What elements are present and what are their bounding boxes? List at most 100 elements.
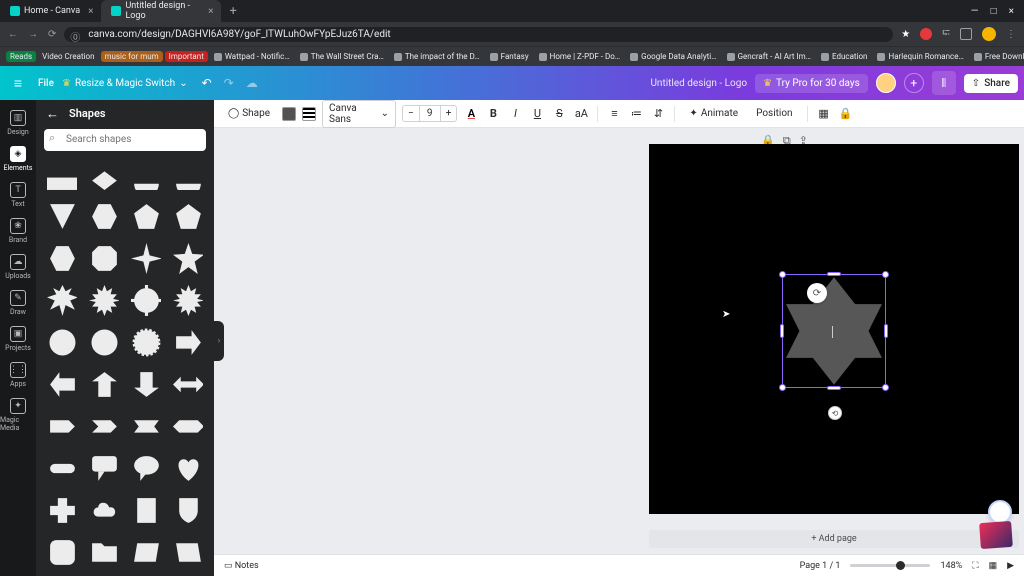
- rail-projects[interactable]: ▣Projects: [0, 322, 36, 356]
- resize-handle-nw[interactable]: [779, 271, 786, 278]
- shape-triangle-down[interactable]: [44, 199, 80, 235]
- download-icon[interactable]: ⮓: [942, 26, 950, 43]
- shape-burst[interactable]: [86, 283, 122, 319]
- promo-card[interactable]: [979, 521, 1013, 549]
- shape-seal[interactable]: [86, 325, 122, 361]
- shape-hexagon[interactable]: [86, 199, 122, 235]
- shape-heart[interactable]: [170, 451, 206, 487]
- shape-arrow-down[interactable]: [128, 367, 164, 403]
- resize-handle-sw[interactable]: [779, 384, 786, 391]
- selection-box[interactable]: [782, 274, 886, 388]
- try-pro-button[interactable]: ♛Try Pro for 30 days: [755, 74, 868, 93]
- bookmark-item[interactable]: Google Data Analyti…: [626, 51, 720, 62]
- transparency-icon[interactable]: ▦: [816, 107, 832, 120]
- rail-magic-media[interactable]: ✦Magic Media: [0, 394, 36, 436]
- font-select[interactable]: Canva Sans⌄: [322, 100, 396, 128]
- shape-wavy[interactable]: [128, 325, 164, 361]
- shapes-search-input[interactable]: [44, 129, 206, 151]
- shape-arrow-right[interactable]: [170, 325, 206, 361]
- shape-octagon[interactable]: [86, 241, 122, 277]
- rail-brand[interactable]: ❀Brand: [0, 214, 36, 248]
- resize-handle-n[interactable]: [827, 272, 841, 276]
- cloud-sync-icon[interactable]: ☁: [246, 76, 258, 90]
- add-page-button[interactable]: + Add page: [649, 530, 1019, 548]
- resize-handle-e[interactable]: [884, 324, 888, 338]
- bookmark-item[interactable]: Home | Z-PDF - Do…: [535, 51, 625, 62]
- rail-draw[interactable]: ✎Draw: [0, 286, 36, 320]
- profile-avatar-icon[interactable]: [982, 27, 996, 41]
- shape-burst[interactable]: [128, 283, 164, 319]
- browser-tab[interactable]: Untitled design - Logo×: [101, 0, 221, 22]
- extensions-icon[interactable]: [960, 28, 972, 40]
- shape-speech[interactable]: [86, 451, 122, 487]
- shape-plus[interactable]: [44, 493, 80, 529]
- notes-button[interactable]: ▭ Notes: [224, 561, 259, 571]
- shape-parallel[interactable]: [128, 535, 164, 571]
- shape-circle-partial[interactable]: [128, 157, 164, 193]
- shape-arrow-both[interactable]: [170, 367, 206, 403]
- bookmark-star-icon[interactable]: ★: [901, 29, 910, 40]
- shape-style-button[interactable]: ◯ Shape: [222, 105, 276, 122]
- shape-tag[interactable]: [44, 409, 80, 445]
- undo-icon[interactable]: ↶: [202, 76, 212, 90]
- resize-handle-se[interactable]: [882, 384, 889, 391]
- quick-action-icon[interactable]: ⟳: [807, 283, 827, 303]
- case-button[interactable]: aA: [573, 107, 589, 120]
- user-avatar[interactable]: [876, 73, 896, 93]
- kebab-menu-icon[interactable]: ⋮: [1006, 29, 1016, 40]
- rail-uploads[interactable]: ☁Uploads: [0, 250, 36, 284]
- bookmark-item[interactable]: Wattpad - Notific…: [210, 51, 294, 62]
- strike-button[interactable]: S: [551, 107, 567, 120]
- shape-parallel[interactable]: [170, 535, 206, 571]
- zoom-knob[interactable]: [896, 561, 905, 570]
- reload-icon[interactable]: ⟳: [48, 29, 56, 40]
- bookmark-item[interactable]: The impact of the D…: [390, 51, 484, 62]
- bookmark-item[interactable]: Education: [817, 51, 871, 62]
- close-icon[interactable]: ×: [208, 6, 213, 17]
- design-title[interactable]: Untitled design - Logo: [650, 78, 747, 89]
- list-button[interactable]: ≔: [628, 107, 644, 120]
- fullscreen-icon[interactable]: ⛶: [972, 561, 978, 571]
- shape-square-partial[interactable]: [44, 157, 80, 193]
- decrement-button[interactable]: −: [403, 106, 419, 121]
- resize-handle-ne[interactable]: [882, 271, 889, 278]
- underline-button[interactable]: U: [529, 107, 545, 120]
- shape-diamond-partial[interactable]: [86, 157, 122, 193]
- grid-view-icon[interactable]: ▦: [989, 561, 998, 571]
- bookmark-item[interactable]: The Wall Street Cra…: [296, 51, 388, 62]
- maximize-icon[interactable]: □: [991, 6, 997, 17]
- shape-banner[interactable]: [128, 493, 164, 529]
- resize-handle-w[interactable]: [780, 324, 784, 338]
- invite-button[interactable]: +: [904, 73, 924, 93]
- fill-color-swatch[interactable]: [282, 107, 296, 121]
- bold-button[interactable]: B: [485, 107, 501, 120]
- url-input[interactable]: canva.com/design/DAGHVl6A98Y/goF_lTWLuhO…: [64, 27, 893, 42]
- file-menu[interactable]: File: [38, 78, 54, 89]
- lock-icon[interactable]: 🔒: [838, 107, 854, 120]
- back-icon[interactable]: ←: [46, 106, 59, 122]
- present-icon[interactable]: ▶: [1007, 561, 1014, 571]
- panel-collapse-handle[interactable]: ›: [214, 321, 224, 361]
- shape-cloud[interactable]: [86, 493, 122, 529]
- font-size-value[interactable]: 9: [419, 106, 441, 121]
- spacing-button[interactable]: ⇵: [650, 107, 666, 120]
- shape-arrow-left[interactable]: [44, 367, 80, 403]
- resize-handle-s[interactable]: [827, 386, 841, 390]
- shape-hex-arrow[interactable]: [170, 409, 206, 445]
- menu-icon[interactable]: ≡: [6, 75, 30, 92]
- shape-shield[interactable]: [170, 493, 206, 529]
- shape-folder[interactable]: [86, 535, 122, 571]
- bookmark-item[interactable]: Harlequin Romance…: [873, 51, 967, 62]
- bookmark-item[interactable]: Free Download Books: [970, 51, 1024, 62]
- shape-star5[interactable]: [170, 241, 206, 277]
- shape-burst[interactable]: [170, 283, 206, 319]
- italic-button[interactable]: I: [507, 107, 523, 120]
- back-icon[interactable]: ←: [8, 29, 18, 40]
- rotate-handle[interactable]: ⟲: [828, 406, 842, 420]
- bookmark-folder[interactable]: Important: [165, 51, 208, 62]
- shape-ribbon[interactable]: [128, 409, 164, 445]
- page-indicator[interactable]: Page 1 / 1: [800, 561, 841, 571]
- rail-apps[interactable]: ⋮⋮Apps: [0, 358, 36, 392]
- bookmark-item[interactable]: Gencraft - AI Art Im…: [723, 51, 815, 62]
- bookmark-item[interactable]: Video Creation: [38, 51, 98, 62]
